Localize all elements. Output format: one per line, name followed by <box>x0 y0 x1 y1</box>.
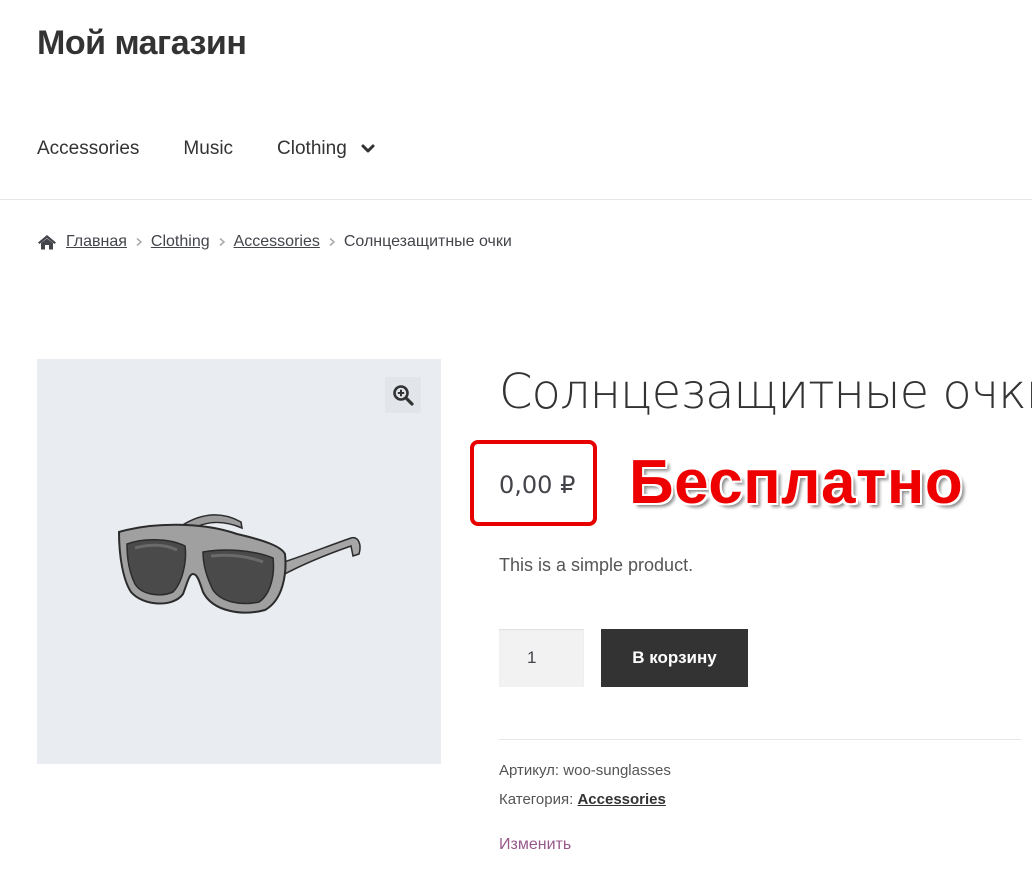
breadcrumb-current: Солнцезащитные очки <box>343 233 512 250</box>
nav-item-label: Clothing <box>277 138 347 159</box>
chevron-down-icon[interactable] <box>361 144 375 154</box>
product-sku: Артикул: woo-sunglasses <box>499 762 671 779</box>
product-title: Солнцезащитные очки <box>499 364 1032 420</box>
product-image-gallery[interactable] <box>37 359 441 764</box>
meta-divider <box>499 739 1021 740</box>
home-icon <box>37 234 57 250</box>
product-price: 0,00 ₽ <box>499 471 576 499</box>
chevron-right-icon <box>135 237 143 247</box>
chevron-right-icon <box>218 237 226 247</box>
nav-item-accessories[interactable]: Accessories <box>37 138 139 160</box>
primary-navigation: Accessories Music Clothing <box>37 138 375 160</box>
nav-item-music[interactable]: Music <box>183 138 233 160</box>
sunglasses-image <box>117 514 361 614</box>
free-annotation: Бесплатно <box>629 448 964 517</box>
header-divider <box>0 199 1032 200</box>
add-to-cart-button[interactable]: В корзину <box>601 629 748 687</box>
sku-label: Артикул: <box>499 762 560 779</box>
breadcrumb-link-clothing[interactable]: Clothing <box>151 233 210 251</box>
breadcrumb-link-accessories[interactable]: Accessories <box>234 233 320 251</box>
zoom-in-icon[interactable] <box>385 377 421 413</box>
chevron-right-icon <box>328 237 336 247</box>
category-link-accessories[interactable]: Accessories <box>577 791 665 808</box>
site-title[interactable]: Мой магазин <box>37 24 247 63</box>
edit-product-link[interactable]: Изменить <box>499 836 571 854</box>
sku-value: woo-sunglasses <box>563 762 671 779</box>
nav-item-clothing[interactable]: Clothing <box>277 138 375 160</box>
product-short-description: This is a simple product. <box>499 555 694 575</box>
breadcrumb-home-link[interactable]: Главная <box>66 233 127 251</box>
nav-item-label: Accessories <box>37 138 140 159</box>
category-label: Категория: <box>499 791 574 808</box>
breadcrumb: Главная Clothing Accessories Солнцезащит… <box>37 233 512 251</box>
nav-item-label: Music <box>183 138 234 159</box>
quantity-input[interactable] <box>499 629 584 687</box>
product-category: Категория: Accessories <box>499 791 666 808</box>
